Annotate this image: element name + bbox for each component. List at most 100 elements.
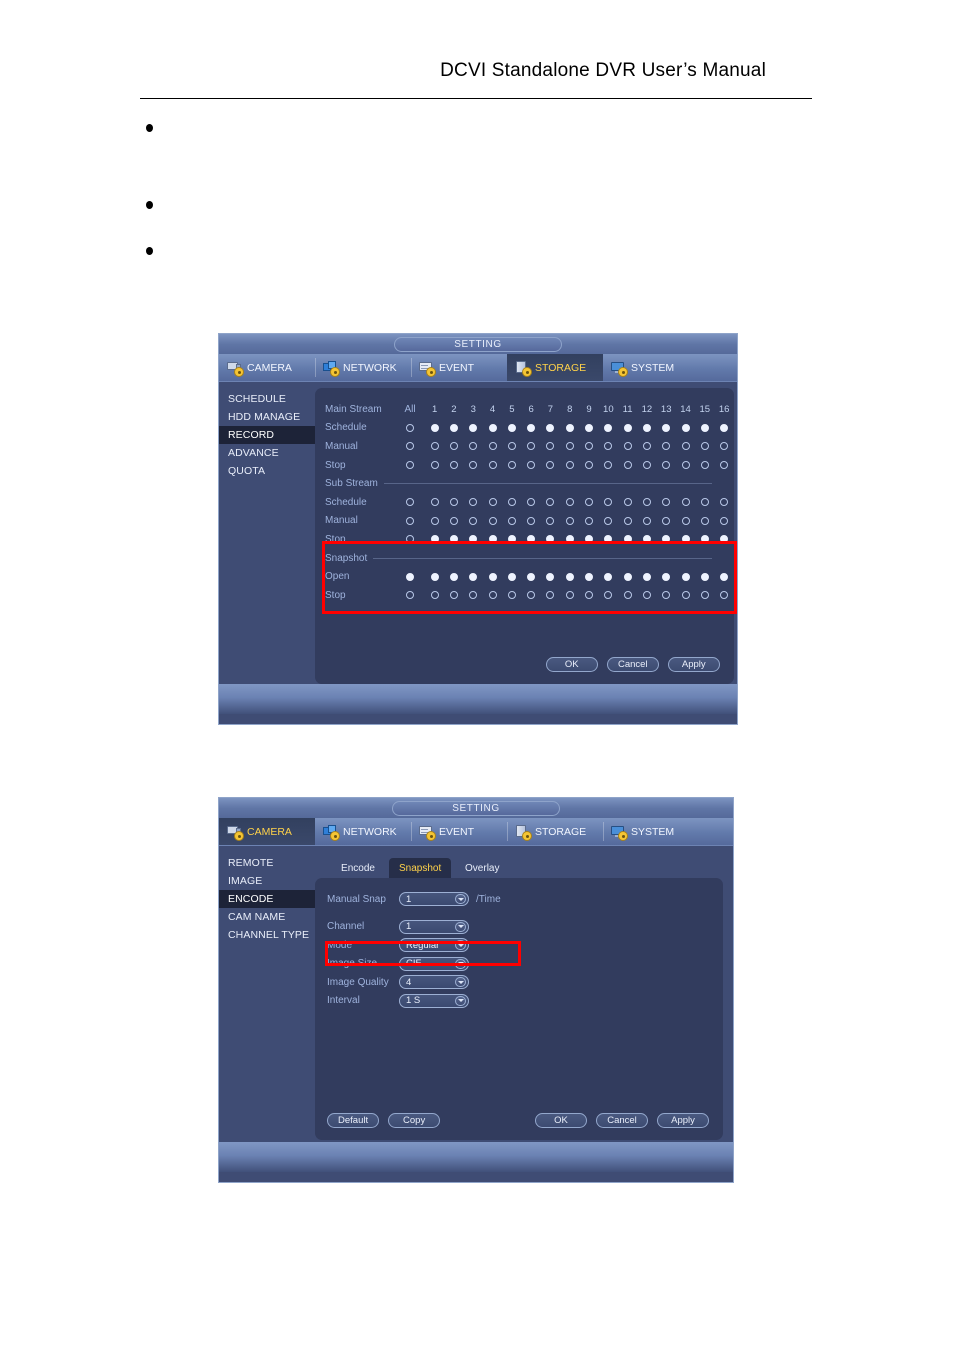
radio-button[interactable] — [662, 423, 671, 432]
radio-cell[interactable] — [714, 423, 733, 432]
default-button[interactable]: Default — [327, 1113, 380, 1128]
apply-button[interactable]: Apply — [667, 657, 720, 672]
radio-button[interactable] — [488, 591, 497, 600]
radio-button[interactable] — [449, 461, 458, 470]
all-radio-cell[interactable] — [395, 516, 425, 525]
radio-button[interactable] — [488, 423, 497, 432]
radio-cell[interactable] — [560, 498, 579, 507]
radio-cell[interactable] — [695, 572, 714, 581]
chevron-down-icon[interactable] — [455, 995, 466, 1006]
radio-cell[interactable] — [676, 572, 695, 581]
ok-button[interactable]: OK — [535, 1113, 587, 1128]
radio-button[interactable] — [700, 572, 709, 581]
radio-button[interactable] — [406, 498, 414, 507]
radio-cell[interactable] — [657, 498, 676, 507]
radio-cell[interactable] — [676, 498, 695, 507]
radio-cell[interactable] — [425, 591, 444, 600]
tab-system[interactable]: SYSTEM — [603, 818, 699, 845]
radio-button[interactable] — [604, 461, 613, 470]
mode-select[interactable]: Regular — [399, 938, 469, 953]
radio-button[interactable] — [430, 516, 439, 525]
radio-cell[interactable] — [676, 535, 695, 544]
radio-button[interactable] — [469, 535, 478, 544]
radio-button[interactable] — [527, 572, 536, 581]
radio-button[interactable] — [449, 423, 458, 432]
radio-button[interactable] — [449, 516, 458, 525]
radio-cell[interactable] — [579, 423, 598, 432]
radio-button[interactable] — [623, 535, 632, 544]
radio-cell[interactable] — [560, 423, 579, 432]
all-radio-cell[interactable] — [395, 498, 425, 507]
radio-button[interactable] — [681, 535, 690, 544]
radio-cell[interactable] — [599, 423, 618, 432]
radio-button[interactable] — [642, 442, 651, 451]
radio-button[interactable] — [623, 516, 632, 525]
radio-button[interactable] — [507, 423, 516, 432]
radio-cell[interactable] — [521, 423, 540, 432]
sidebar-item-record[interactable]: RECORD — [219, 426, 315, 444]
sidebar-storage[interactable]: SCHEDULE HDD MANAGE RECORD ADVANCE QUOTA — [219, 382, 315, 684]
sidebar-camera[interactable]: REMOTE IMAGE ENCODE CAM NAME CHANNEL TYPE — [219, 846, 315, 1142]
radio-cell[interactable] — [541, 461, 560, 470]
radio-cell[interactable] — [657, 535, 676, 544]
radio-button[interactable] — [681, 442, 690, 451]
radio-button[interactable] — [662, 572, 671, 581]
radio-cell[interactable] — [560, 442, 579, 451]
radio-button[interactable] — [565, 442, 574, 451]
tab-camera[interactable]: CAMERA — [219, 354, 315, 381]
ok-button[interactable]: OK — [545, 657, 598, 672]
radio-button[interactable] — [642, 423, 651, 432]
radio-button[interactable] — [527, 591, 536, 600]
radio-button[interactable] — [507, 461, 516, 470]
radio-cell[interactable] — [502, 572, 521, 581]
radio-cell[interactable] — [444, 591, 463, 600]
radio-button[interactable] — [700, 516, 709, 525]
all-radio-cell[interactable] — [395, 591, 425, 600]
radio-cell[interactable] — [676, 442, 695, 451]
radio-button[interactable] — [720, 442, 729, 451]
radio-cell[interactable] — [444, 423, 463, 432]
radio-cell[interactable] — [618, 461, 637, 470]
radio-button[interactable] — [449, 591, 458, 600]
radio-cell[interactable] — [637, 498, 656, 507]
tab-storage[interactable]: STORAGE — [507, 354, 603, 381]
radio-button[interactable] — [720, 498, 729, 507]
radio-cell[interactable] — [483, 442, 502, 451]
radio-button[interactable] — [565, 498, 574, 507]
radio-button[interactable] — [507, 442, 516, 451]
radio-cell[interactable] — [464, 591, 483, 600]
radio-cell[interactable] — [599, 498, 618, 507]
radio-button[interactable] — [604, 572, 613, 581]
chevron-down-icon[interactable] — [455, 940, 466, 951]
radio-cell[interactable] — [425, 516, 444, 525]
radio-button[interactable] — [604, 423, 613, 432]
radio-button[interactable] — [488, 535, 497, 544]
radio-cell[interactable] — [618, 498, 637, 507]
radio-button[interactable] — [406, 572, 414, 581]
radio-button[interactable] — [642, 498, 651, 507]
sidebar-item-advance[interactable]: ADVANCE — [219, 444, 315, 462]
radio-cell[interactable] — [599, 535, 618, 544]
radio-button[interactable] — [565, 423, 574, 432]
radio-cell[interactable] — [541, 516, 560, 525]
tab-event[interactable]: EVENT — [411, 818, 507, 845]
radio-cell[interactable] — [541, 498, 560, 507]
radio-cell[interactable] — [599, 591, 618, 600]
radio-button[interactable] — [546, 423, 555, 432]
radio-button[interactable] — [662, 498, 671, 507]
radio-button[interactable] — [585, 498, 594, 507]
radio-button[interactable] — [430, 535, 439, 544]
radio-cell[interactable] — [579, 442, 598, 451]
radio-cell[interactable] — [425, 572, 444, 581]
radio-button[interactable] — [546, 572, 555, 581]
radio-cell[interactable] — [502, 498, 521, 507]
radio-button[interactable] — [527, 442, 536, 451]
radio-button[interactable] — [585, 442, 594, 451]
radio-button[interactable] — [585, 423, 594, 432]
radio-button[interactable] — [430, 442, 439, 451]
radio-button[interactable] — [469, 423, 478, 432]
image-size-select[interactable]: CIF — [399, 956, 469, 971]
radio-cell[interactable] — [425, 423, 444, 432]
radio-cell[interactable] — [618, 591, 637, 600]
radio-button[interactable] — [700, 442, 709, 451]
